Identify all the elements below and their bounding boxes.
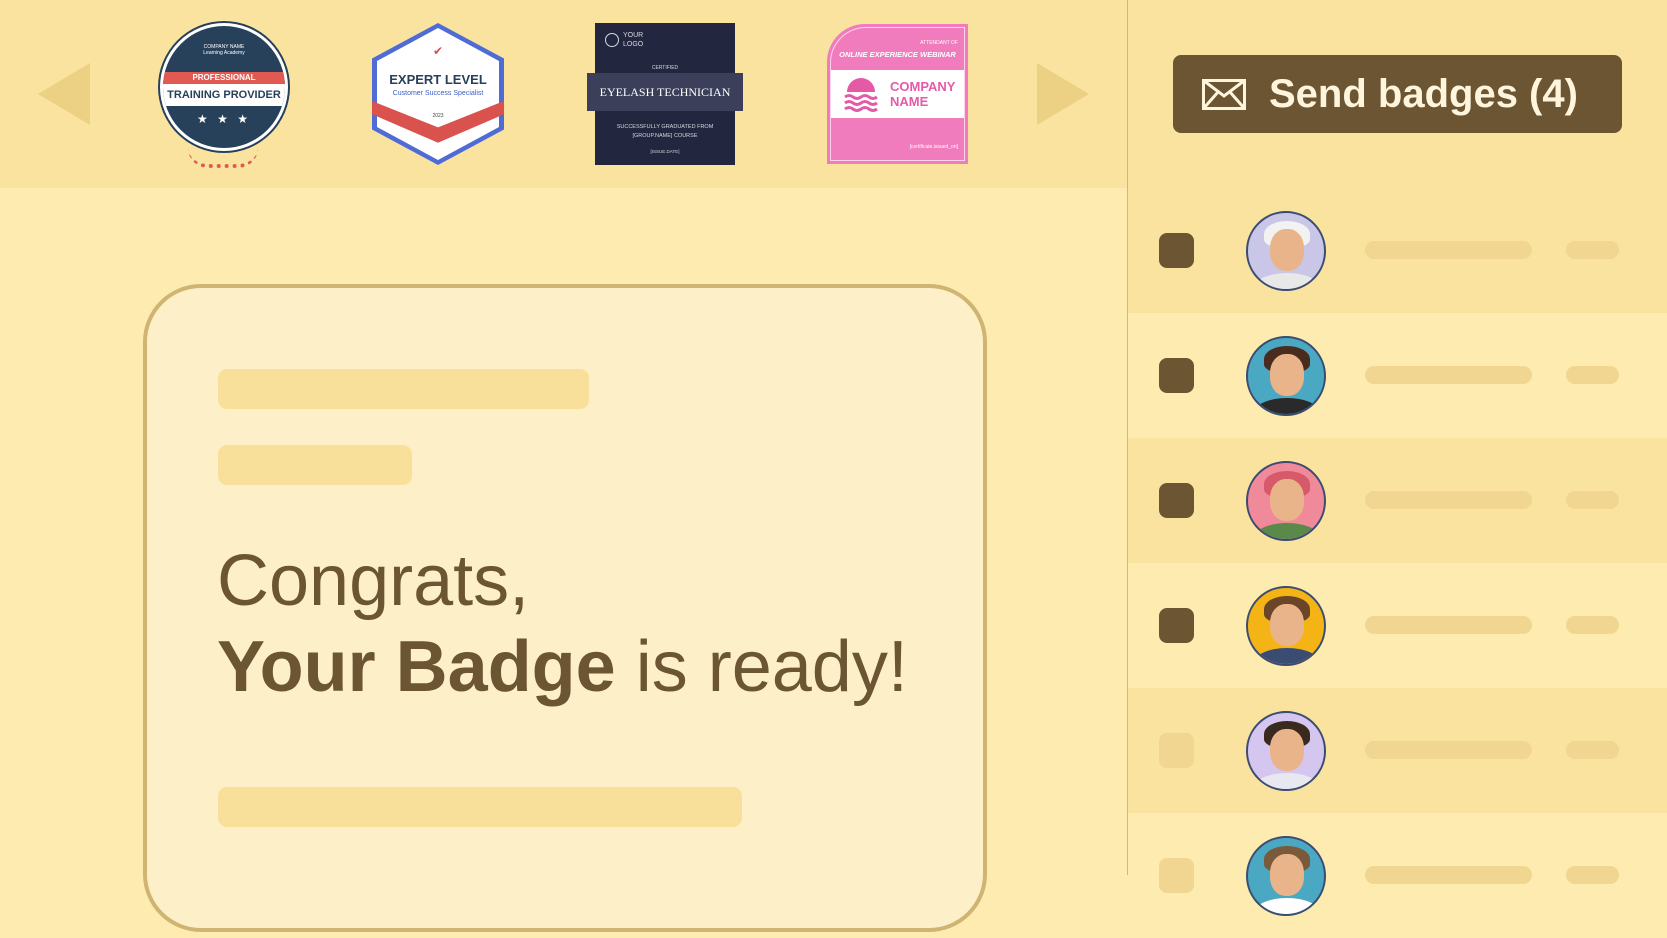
badge-webinar[interactable]: ATTENDANT OF ONLINE EXPERIENCE WEBINAR C… [827,24,968,164]
badge-title: TRAINING PROVIDER [163,84,285,106]
grad-line-1: SUCCESSFULLY GRADUATED FROM [616,124,714,130]
recipient-checkbox[interactable] [1159,483,1194,518]
avatar-body [1254,648,1320,664]
avatar [1246,711,1326,791]
certificate-card: YOUR LOGO CERTIFIED EYELASH TECHNICIAN SU… [587,23,743,165]
badge-subtitle: Customer Success Specialist [392,90,484,97]
recipient-row[interactable] [1128,688,1667,813]
graduation-text: SUCCESSFULLY GRADUATED FROM [GROUP.NAME]… [595,123,735,141]
badge-training-provider[interactable]: COMPANY NAME Learning Academy PROFESSION… [158,23,288,173]
recipient-row[interactable] [1128,813,1667,938]
logo-icon [605,33,619,47]
congrats-line: Congrats, [217,541,530,621]
logo: YOUR LOGO [605,31,643,49]
avatar-face [1270,354,1304,396]
avatar [1246,461,1326,541]
badge-academy: Learning Academy [203,50,245,56]
avatar [1246,586,1326,666]
recipient-row[interactable] [1128,438,1667,563]
badge-emphasis: Your Badge [217,627,616,707]
avatar [1246,836,1326,916]
avatar-body [1254,523,1320,539]
congrats-message: Congrats, Your Badge is ready! [217,538,908,710]
avatar [1246,211,1326,291]
recipient-meta-placeholder [1566,366,1619,384]
mail-icon [1202,79,1246,110]
avatar-face [1270,729,1304,771]
stars-icon: ★ ★ ★ [197,112,251,126]
avatar-face [1270,229,1304,271]
recipient-name-placeholder [1365,241,1532,259]
issued-footer: [certificate.issued_on] [909,144,958,150]
triangle-left-icon[interactable] [38,63,90,125]
recipient-checkbox[interactable] [1159,358,1194,393]
issue-date: [ISSUE.DATE] [650,149,680,154]
avatar-body [1254,773,1320,789]
recipient-meta-placeholder [1566,616,1619,634]
recipient-checkbox[interactable] [1159,858,1194,893]
logo-line-1: YOUR [623,32,644,39]
avatar-body [1254,273,1320,289]
badge-title: EYELASH TECHNICIAN [587,73,743,111]
recipient-name-placeholder [1365,616,1532,634]
attendant-label: ATTENDANT OF [920,40,958,46]
recipient-name-placeholder [1365,866,1532,884]
avatar-face [1270,854,1304,896]
company-line-1: COMPANY [890,79,956,94]
recipient-meta-placeholder [1566,741,1619,759]
recipient-row[interactable] [1128,188,1667,313]
company-line-2: NAME [890,94,929,109]
avatar-body [1254,898,1320,914]
avatar-face [1270,479,1304,521]
recipient-meta-placeholder [1566,241,1619,259]
recipient-checkbox[interactable] [1159,233,1194,268]
recipient-row[interactable] [1128,563,1667,688]
company-name: COMPANY NAME [890,79,955,109]
recipient-row[interactable] [1128,313,1667,438]
send-badges-label: Send badges (4) [1269,72,1578,116]
recipient-name-placeholder [1365,366,1532,384]
laurel-icon [188,148,258,168]
recipient-checkbox[interactable] [1159,733,1194,768]
recipient-name-placeholder [1365,741,1532,759]
placeholder-line [218,787,742,827]
triangle-right-icon[interactable] [1037,63,1089,125]
email-preview-card: Congrats, Your Badge is ready! [143,284,987,932]
avatar-face [1270,604,1304,646]
badge-title: EXPERT LEVEL [389,72,487,87]
badge-carousel: COMPANY NAME Learning Academy PROFESSION… [0,0,1127,188]
certified-label: CERTIFIED [651,65,679,71]
recipient-meta-placeholder [1566,491,1619,509]
pink-card: ATTENDANT OF ONLINE EXPERIENCE WEBINAR C… [827,24,968,164]
recipient-meta-placeholder [1566,866,1619,884]
badge-eyelash-technician[interactable]: YOUR LOGO CERTIFIED EYELASH TECHNICIAN SU… [587,23,745,165]
placeholder-line [218,445,412,485]
badge-disc: COMPANY NAME Learning Academy PROFESSION… [160,23,288,151]
recipient-name-placeholder [1365,491,1532,509]
recipient-checkbox[interactable] [1159,608,1194,643]
send-badges-button[interactable]: Send badges (4) [1173,55,1622,133]
webinar-title: ONLINE EXPERIENCE WEBINAR [839,50,956,59]
placeholder-line [218,369,589,409]
waves-logo-icon [844,78,878,112]
grad-line-2: [GROUP.NAME] COURSE [632,133,698,139]
badge-expert-level[interactable]: ✔ EXPERT LEVEL Customer Success Speciali… [372,23,504,165]
logo-line-2: LOGO [623,41,644,48]
ready-text: is ready! [615,627,908,707]
avatar [1246,336,1326,416]
company-panel: COMPANY NAME [831,70,964,118]
badge-ribbon-text: PROFESSIONAL [163,72,285,84]
avatar-body [1254,398,1320,414]
